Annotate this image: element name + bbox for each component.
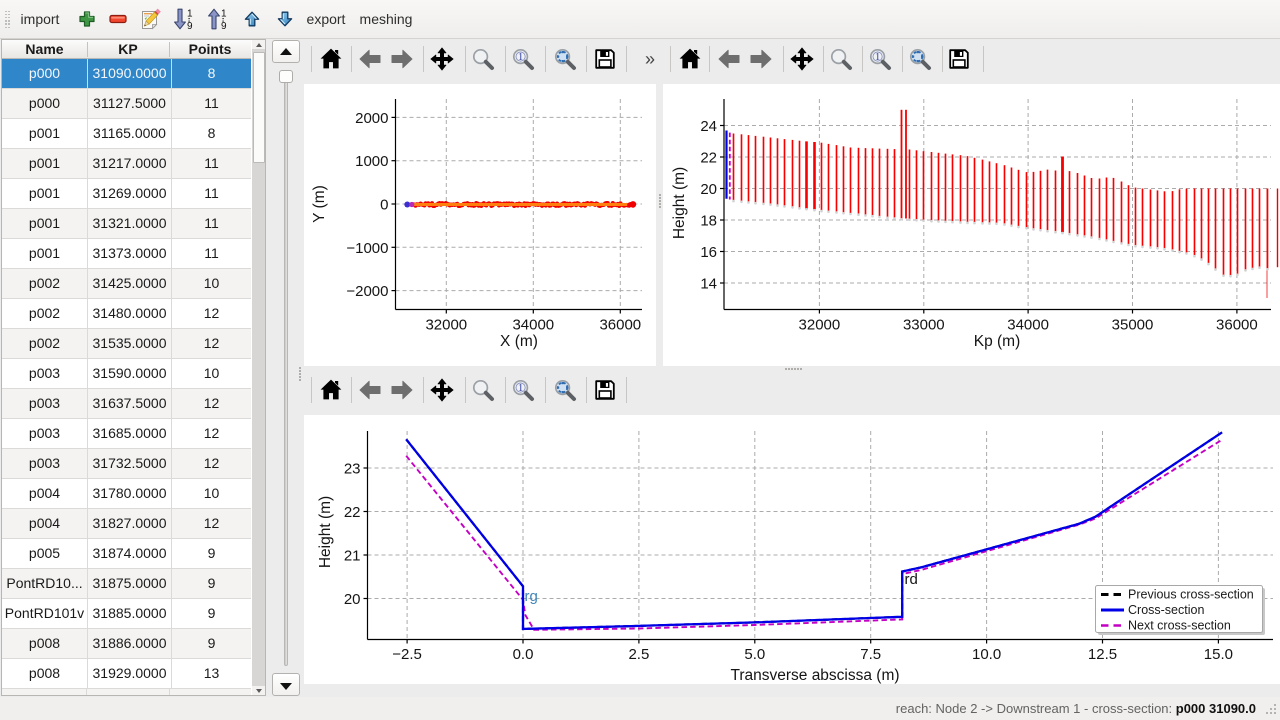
- svg-text:1: 1: [875, 52, 880, 63]
- svg-text:Transverse abscissa (m): Transverse abscissa (m): [730, 667, 899, 684]
- svg-text:1000: 1000: [355, 153, 388, 170]
- svg-text:23: 23: [344, 461, 361, 478]
- svg-text:X (m): X (m): [500, 333, 538, 350]
- svg-text:Cross-section: Cross-section: [1128, 603, 1204, 617]
- svg-text:Next cross-section: Next cross-section: [1128, 619, 1231, 633]
- svg-text:22: 22: [700, 150, 717, 167]
- svg-text:−2.5: −2.5: [392, 646, 422, 663]
- svg-text:Kp (m): Kp (m): [974, 333, 1021, 350]
- svg-text:1: 1: [187, 9, 193, 20]
- svg-text:32000: 32000: [425, 317, 467, 334]
- svg-text:7.5: 7.5: [860, 646, 881, 663]
- svg-text:36000: 36000: [599, 317, 641, 334]
- svg-text:Y (m): Y (m): [311, 185, 328, 223]
- svg-text:14: 14: [700, 276, 717, 293]
- svg-text:1: 1: [518, 52, 523, 63]
- svg-text:Height (m): Height (m): [317, 496, 334, 568]
- svg-text:20: 20: [700, 181, 717, 198]
- svg-text:20: 20: [344, 591, 361, 608]
- svg-text:9: 9: [221, 21, 227, 30]
- svg-text:24: 24: [700, 118, 717, 135]
- svg-text:15.0: 15.0: [1204, 646, 1233, 663]
- svg-text:12.5: 12.5: [1088, 646, 1117, 663]
- svg-text:34000: 34000: [1007, 317, 1049, 334]
- svg-text:−1000: −1000: [346, 240, 388, 257]
- svg-text:2000: 2000: [355, 110, 388, 127]
- svg-text:1: 1: [221, 9, 227, 20]
- svg-text:0.0: 0.0: [513, 646, 534, 663]
- svg-text:10.0: 10.0: [972, 646, 1001, 663]
- svg-text:22: 22: [344, 504, 361, 521]
- svg-text:18: 18: [700, 213, 717, 230]
- svg-text:5.0: 5.0: [744, 646, 765, 663]
- svg-text:32000: 32000: [799, 317, 841, 334]
- svg-text:−2000: −2000: [346, 283, 388, 300]
- svg-text:2.5: 2.5: [628, 646, 649, 663]
- svg-text:36000: 36000: [1216, 317, 1258, 334]
- svg-text:rg: rg: [525, 588, 538, 605]
- svg-text:34000: 34000: [512, 317, 554, 334]
- svg-text:21: 21: [344, 548, 361, 565]
- svg-text:33000: 33000: [903, 317, 945, 334]
- svg-text:0: 0: [380, 197, 388, 214]
- svg-text:rd: rd: [905, 571, 918, 588]
- svg-text:16: 16: [700, 244, 717, 261]
- svg-text:Height (m): Height (m): [671, 167, 688, 239]
- svg-text:1: 1: [518, 383, 523, 394]
- svg-text:9: 9: [187, 21, 193, 30]
- svg-text:Previous cross-section: Previous cross-section: [1128, 588, 1254, 602]
- svg-text:35000: 35000: [1112, 317, 1154, 334]
